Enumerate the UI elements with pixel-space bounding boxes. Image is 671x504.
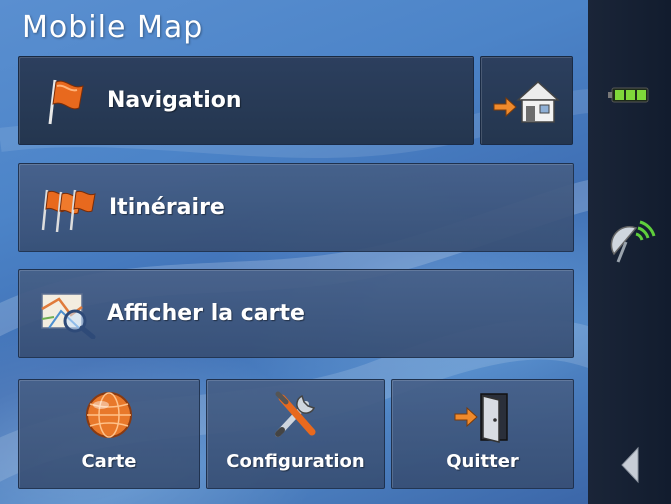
itineraire-button[interactable]: Itinéraire: [18, 163, 574, 252]
quitter-label: Quitter: [446, 451, 519, 472]
main-panel: Mobile Map Navigation Itinéraire Affiche…: [0, 0, 588, 504]
quitter-button[interactable]: Quitter: [391, 379, 574, 489]
afficher-carte-label: Afficher la carte: [107, 301, 305, 326]
app-title: Mobile Map: [22, 10, 204, 45]
carte-label: Carte: [81, 451, 137, 472]
battery-icon: [608, 84, 652, 110]
back-arrow-icon[interactable]: [620, 446, 642, 488]
satellite-dish-icon: [606, 216, 656, 270]
flags-icon: [37, 184, 103, 232]
map-magnifier-icon: [35, 289, 101, 339]
navigation-label: Navigation: [107, 88, 242, 113]
globe-icon: [19, 390, 199, 440]
configuration-button[interactable]: Configuration: [206, 379, 385, 489]
home-button[interactable]: [480, 56, 573, 145]
navigation-button[interactable]: Navigation: [18, 56, 474, 145]
carte-button[interactable]: Carte: [18, 379, 200, 489]
home-icon: [492, 76, 562, 126]
tools-icon: [207, 390, 384, 442]
flag-icon: [37, 76, 97, 126]
configuration-label: Configuration: [226, 451, 365, 472]
exit-door-icon: [392, 390, 573, 444]
afficher-carte-button[interactable]: Afficher la carte: [18, 269, 574, 358]
itineraire-label: Itinéraire: [109, 195, 225, 220]
status-sidebar: [588, 0, 671, 504]
